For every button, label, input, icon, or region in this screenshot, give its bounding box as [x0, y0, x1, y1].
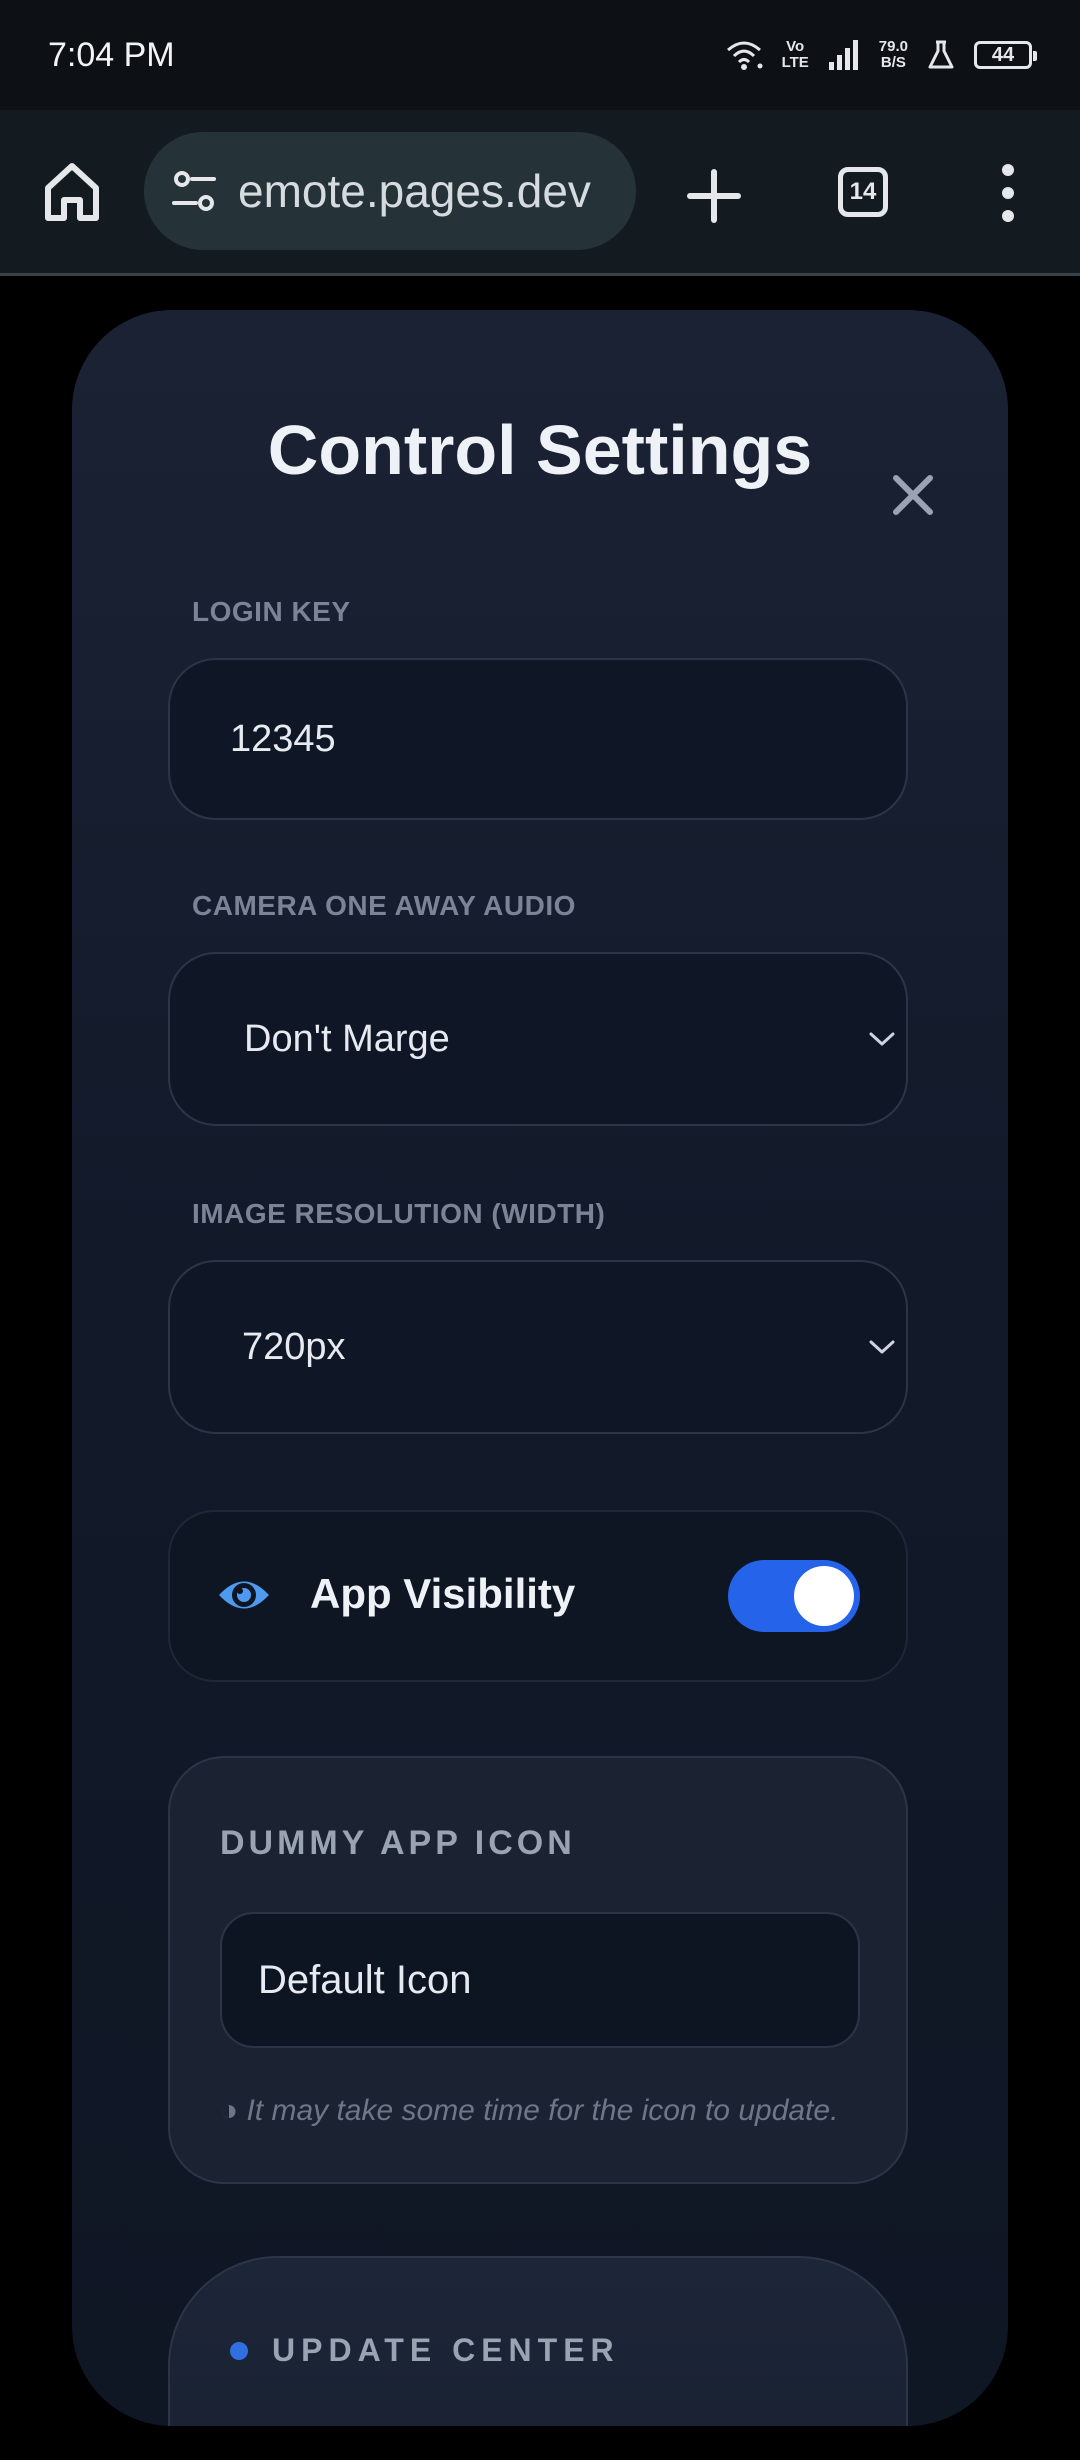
dummy-app-icon-value: Default Icon	[258, 1957, 472, 2002]
camera-audio-label: CAMERA ONE AWAY AUDIO	[192, 890, 576, 921]
url-text[interactable]: emote.pages.dev	[238, 164, 591, 218]
network-speed: 79.0 B/S	[878, 38, 908, 71]
status-time: 7:04 PM	[48, 35, 175, 74]
new-tab-icon[interactable]	[686, 168, 742, 224]
wifi-icon	[726, 41, 763, 70]
dummy-app-icon-note: ◑ It may take some time for the icon to …	[220, 2094, 839, 2127]
dummy-app-icon-card: DUMMY APP ICON Default Icon ◑ It may tak…	[168, 1756, 908, 2184]
chevron-down-icon	[869, 1340, 895, 1354]
more-menu-icon[interactable]	[996, 160, 1020, 226]
toggle-knob	[794, 1566, 854, 1626]
home-icon[interactable]	[42, 160, 102, 224]
browser-toolbar: emote.pages.dev 14	[0, 110, 1080, 276]
camera-audio-selected: Don't Marge	[244, 1017, 450, 1060]
chevron-down-icon	[869, 1032, 895, 1046]
update-center-title: UPDATE CENTER	[272, 2332, 620, 2368]
camera-audio-select[interactable]: Don't Marge	[168, 952, 908, 1126]
image-resolution-select[interactable]: 720px	[168, 1260, 908, 1434]
address-bar[interactable]: emote.pages.dev	[144, 132, 636, 250]
status-bar: 7:04 PM Vo LTE 79.0 B/S 44	[0, 0, 1080, 110]
app-visibility-label: App Visibility	[310, 1570, 576, 1617]
update-center-card: UPDATE CENTER	[168, 2256, 908, 2426]
login-key-value: 12345	[230, 717, 336, 760]
control-settings-modal: Control Settings LOGIN KEY 12345 CAMERA …	[72, 310, 1008, 2426]
image-resolution-selected: 720px	[242, 1325, 346, 1368]
login-key-label: LOGIN KEY	[192, 596, 351, 627]
dummy-app-icon-input[interactable]: Default Icon	[220, 1912, 860, 2048]
flask-icon	[928, 40, 954, 69]
dummy-app-icon-title: DUMMY APP ICON	[220, 1824, 576, 1862]
signal-icon	[828, 40, 858, 70]
app-visibility-toggle[interactable]	[728, 1560, 860, 1632]
login-key-input[interactable]: 12345	[168, 658, 908, 820]
close-icon[interactable]	[890, 472, 936, 518]
volte-indicator: Vo LTE	[781, 38, 809, 71]
status-dot	[230, 2342, 248, 2360]
eye-icon	[219, 1581, 269, 1609]
app-visibility-row: App Visibility	[168, 1510, 908, 1682]
battery-indicator: 44	[974, 41, 1037, 69]
tab-switcher-button[interactable]: 14	[838, 167, 888, 217]
modal-title: Control Settings	[267, 411, 813, 489]
image-resolution-label: IMAGE RESOLUTION (WIDTH)	[192, 1198, 606, 1229]
site-settings-icon[interactable]	[168, 165, 220, 217]
status-icons: Vo LTE 79.0 B/S 44	[724, 38, 1037, 72]
